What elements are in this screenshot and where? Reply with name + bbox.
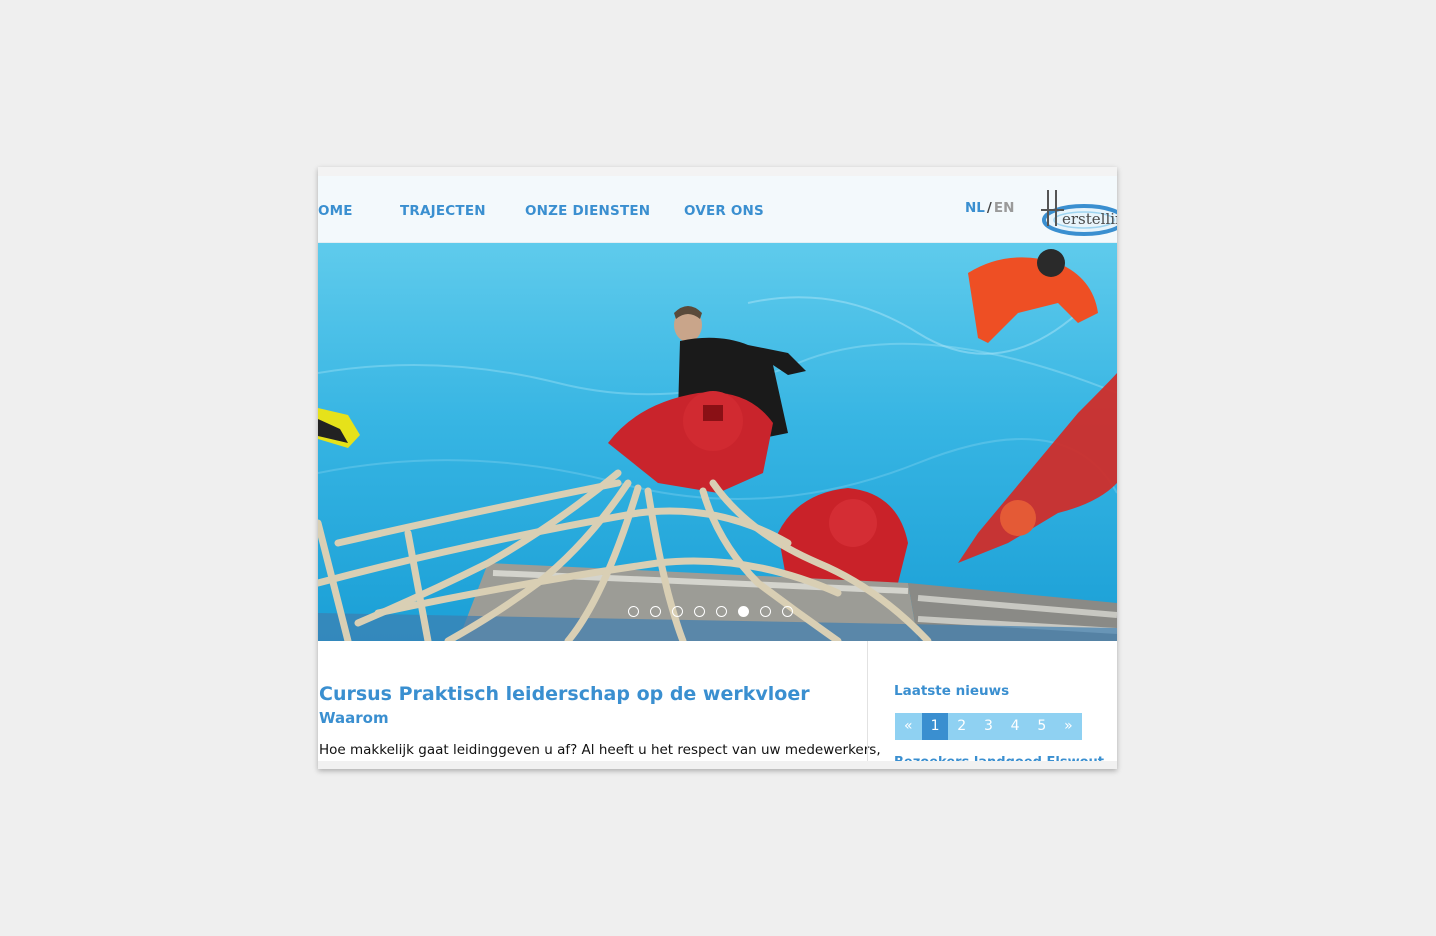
slider-dot[interactable]	[716, 606, 727, 617]
pager-page-2[interactable]: 2	[948, 713, 976, 740]
lang-separator: /	[986, 200, 992, 216]
browser-viewport: OME TRAJECTEN ONZE DIENSTEN OVER ONS NL /…	[318, 167, 1117, 769]
nav-item-over-ons[interactable]: OVER ONS	[684, 203, 764, 219]
pager-page-4[interactable]: 4	[1001, 713, 1029, 740]
pager-prev-button[interactable]: «	[895, 713, 922, 740]
slider-dot[interactable]	[694, 606, 705, 617]
nav-item-trajecten[interactable]: TRAJECTEN	[400, 203, 486, 219]
top-strip	[318, 167, 1117, 176]
article-content: Cursus Praktisch leiderschap op de werkv…	[318, 641, 881, 769]
article-title: Cursus Praktisch leiderschap op de werkv…	[319, 683, 810, 705]
lang-en-link[interactable]: EN	[994, 200, 1015, 216]
nav-item-onze-diensten[interactable]: ONZE DIENSTEN	[525, 203, 650, 219]
logo-text: erstellin	[1062, 210, 1117, 228]
article-subtitle: Waarom	[319, 709, 389, 727]
slider-dots	[628, 606, 793, 617]
pager-next-button[interactable]: »	[1055, 713, 1082, 740]
slider-dot[interactable]	[760, 606, 771, 617]
lang-nl-link[interactable]: NL	[965, 200, 985, 216]
slider-dot[interactable]	[672, 606, 683, 617]
pager-page-5[interactable]: 5	[1028, 713, 1056, 740]
news-heading: Laatste nieuws	[894, 683, 1010, 699]
pager-page-1[interactable]: 1	[921, 713, 949, 740]
nav-item-home[interactable]: OME	[318, 203, 353, 219]
main-navigation: OME TRAJECTEN ONZE DIENSTEN OVER ONS NL /…	[318, 176, 1117, 243]
article-body: Hoe makkelijk gaat leidinggeven u af? Al…	[319, 742, 881, 758]
hero-slider[interactable]	[318, 243, 1117, 641]
news-pagination: « 1 2 3 4 5 »	[895, 713, 1082, 740]
bottom-edge	[318, 761, 1117, 769]
slider-dot-active[interactable]	[738, 606, 749, 617]
pager-page-3[interactable]: 3	[975, 713, 1002, 740]
news-sidebar: Laatste nieuws « 1 2 3 4 5 » Bezoekers l…	[868, 641, 1117, 769]
language-switcher: NL / EN	[965, 200, 1014, 216]
slider-dot[interactable]	[782, 606, 793, 617]
slider-dot[interactable]	[628, 606, 639, 617]
site-logo[interactable]: erstellin	[1038, 182, 1117, 242]
slider-dot[interactable]	[650, 606, 661, 617]
hero-image	[318, 249, 1117, 641]
